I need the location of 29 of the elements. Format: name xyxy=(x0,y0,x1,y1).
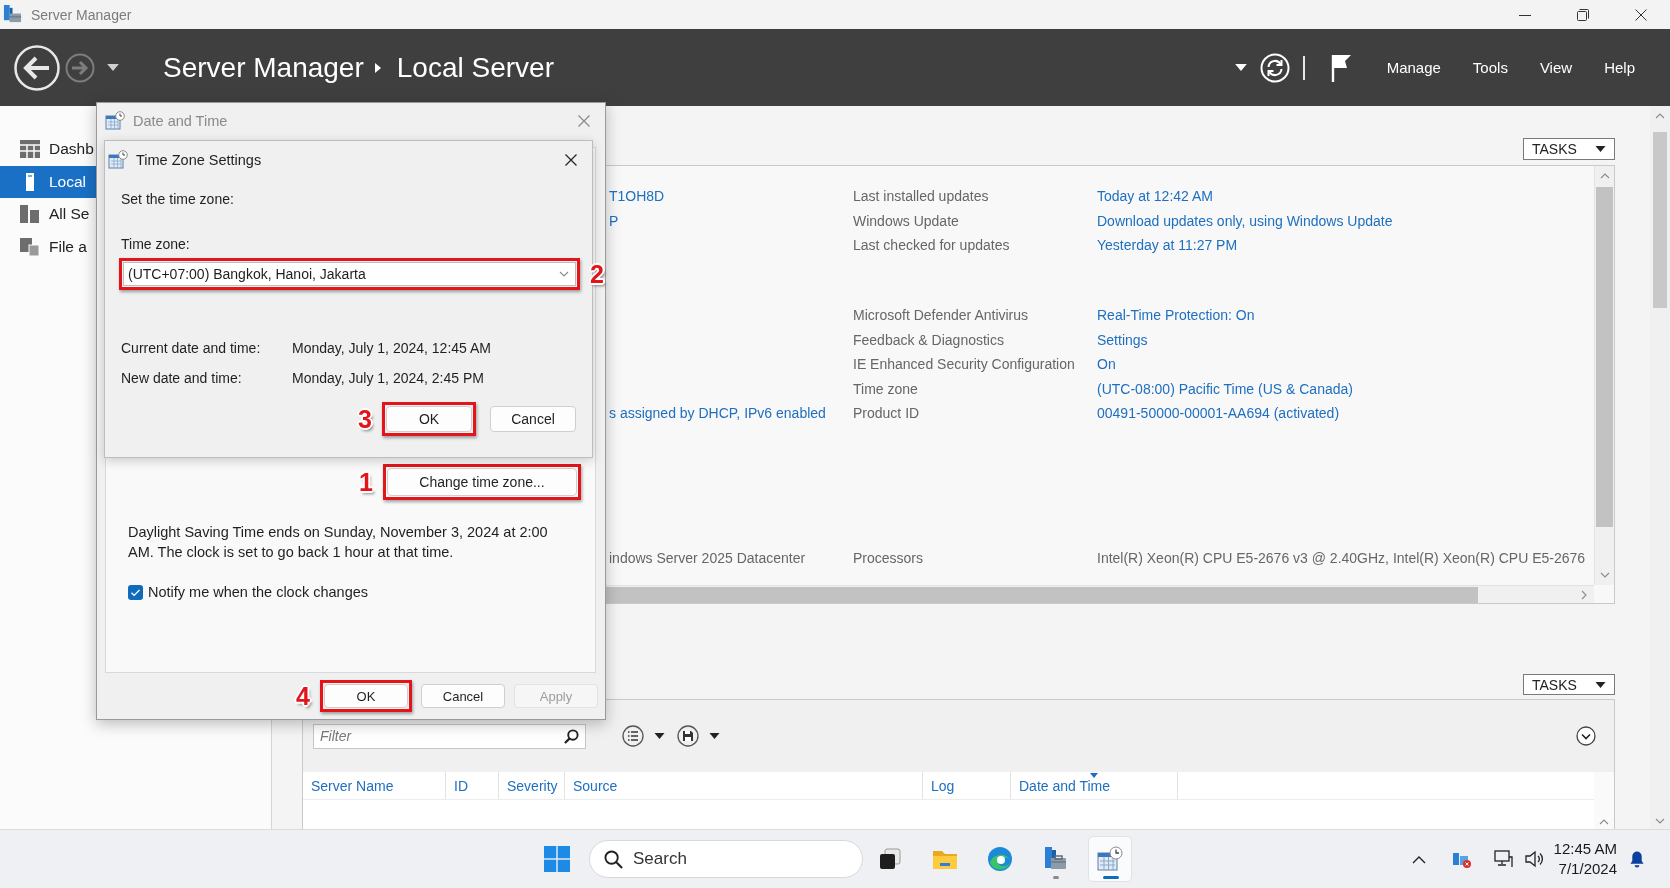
property-label: Microsoft Defender Antivirus xyxy=(853,307,1029,324)
clock-date: 7/1/2024 xyxy=(1558,859,1617,879)
clock-time: 12:45 AM xyxy=(1553,839,1617,859)
dialog-title: Time Zone Settings xyxy=(136,152,262,168)
property-label: Last installed updates xyxy=(853,188,989,205)
property-value: indows Server 2025 Datacenter xyxy=(609,550,806,567)
info-label: Current date and time: xyxy=(121,339,261,358)
callout-number: 3 xyxy=(358,406,372,432)
field-label: Time zone: xyxy=(121,235,191,254)
breadcrumb-item: Server Manager xyxy=(163,51,364,84)
property-label: Feedback & Diagnostics xyxy=(853,331,1004,348)
property-label: Processors xyxy=(853,550,924,567)
dialog-title: Date and Time xyxy=(133,113,228,129)
property-label: Product ID xyxy=(853,405,920,422)
window-title: Server Manager xyxy=(31,6,132,23)
callout-number: 2 xyxy=(590,261,604,287)
property-label: Time zone xyxy=(853,380,918,397)
info-value: Monday, July 1, 2024, 2:45 PM xyxy=(292,369,484,388)
callout-number: 1 xyxy=(359,469,373,495)
prompt-text: Set the time zone: xyxy=(121,190,235,209)
property-label: Windows Update xyxy=(853,212,959,229)
property-value: Intel(R) Xeon(R) CPU E5-2676 v3 @ 2.40GHz, Intel(R) Xeon(R) CPU E5-2676 xyxy=(1097,550,1586,567)
callout-number: 4 xyxy=(296,683,310,709)
property-label: Last checked for updates xyxy=(853,237,1010,254)
info-value: Monday, July 1, 2024, 12:45 AM xyxy=(292,339,491,358)
info-label: New date and time: xyxy=(121,369,242,388)
daylight-saving-note: Daylight Saving Time ends on Sunday, November 3, 2024 at 2:00 AM. The clock is set to go back 1 hour at that time. xyxy=(128,523,549,562)
breadcrumb-item: Local Server xyxy=(396,51,554,84)
property-label: IE Enhanced Security Configuration xyxy=(853,356,1075,373)
